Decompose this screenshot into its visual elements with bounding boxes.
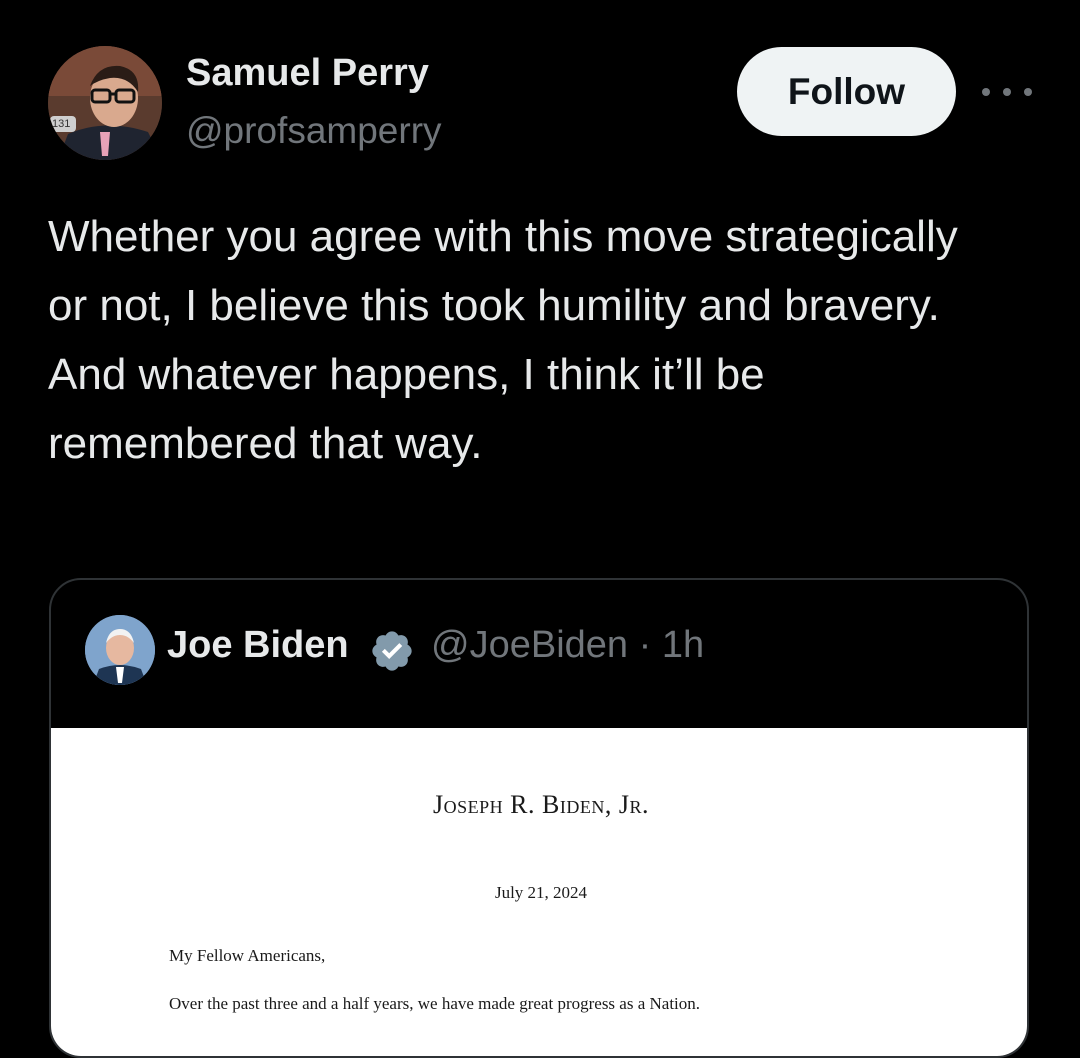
quoted-tweet-card[interactable]: Joe Biden @JoeBiden · 1h Joseph R. Biden… <box>49 578 1029 1058</box>
follow-button[interactable]: Follow <box>737 47 956 136</box>
meta-separator: · <box>638 624 652 666</box>
author-avatar[interactable]: 131 <box>48 46 162 160</box>
quoted-meta: @JoeBiden · 1h <box>431 624 704 667</box>
letter-body-line: Over the past three and a half years, we… <box>169 994 701 1013</box>
more-options-icon[interactable] <box>982 80 1032 104</box>
letter-date: July 21, 2024 <box>494 883 588 902</box>
quoted-author-name[interactable]: Joe Biden <box>167 624 349 667</box>
author-handle[interactable]: @profsamperry <box>186 110 442 152</box>
more-dot <box>1003 88 1011 96</box>
quoted-letter-image[interactable]: Joseph R. Biden, Jr. July 21, 2024 My Fe… <box>51 728 1027 1056</box>
avatar-badge-text: 131 <box>52 118 71 130</box>
author-name[interactable]: Samuel Perry <box>186 52 429 95</box>
quoted-author-handle[interactable]: @JoeBiden <box>431 624 628 666</box>
letter-heading: Joseph R. Biden, Jr. <box>433 790 649 819</box>
quoted-timestamp[interactable]: 1h <box>662 624 704 666</box>
tweet-text: Whether you agree with this move strateg… <box>48 212 958 468</box>
quoted-author-avatar[interactable] <box>85 615 155 685</box>
letter-salutation: My Fellow Americans, <box>169 946 326 965</box>
more-dot <box>982 88 990 96</box>
more-dot <box>1024 88 1032 96</box>
verified-badge-icon <box>372 631 412 671</box>
